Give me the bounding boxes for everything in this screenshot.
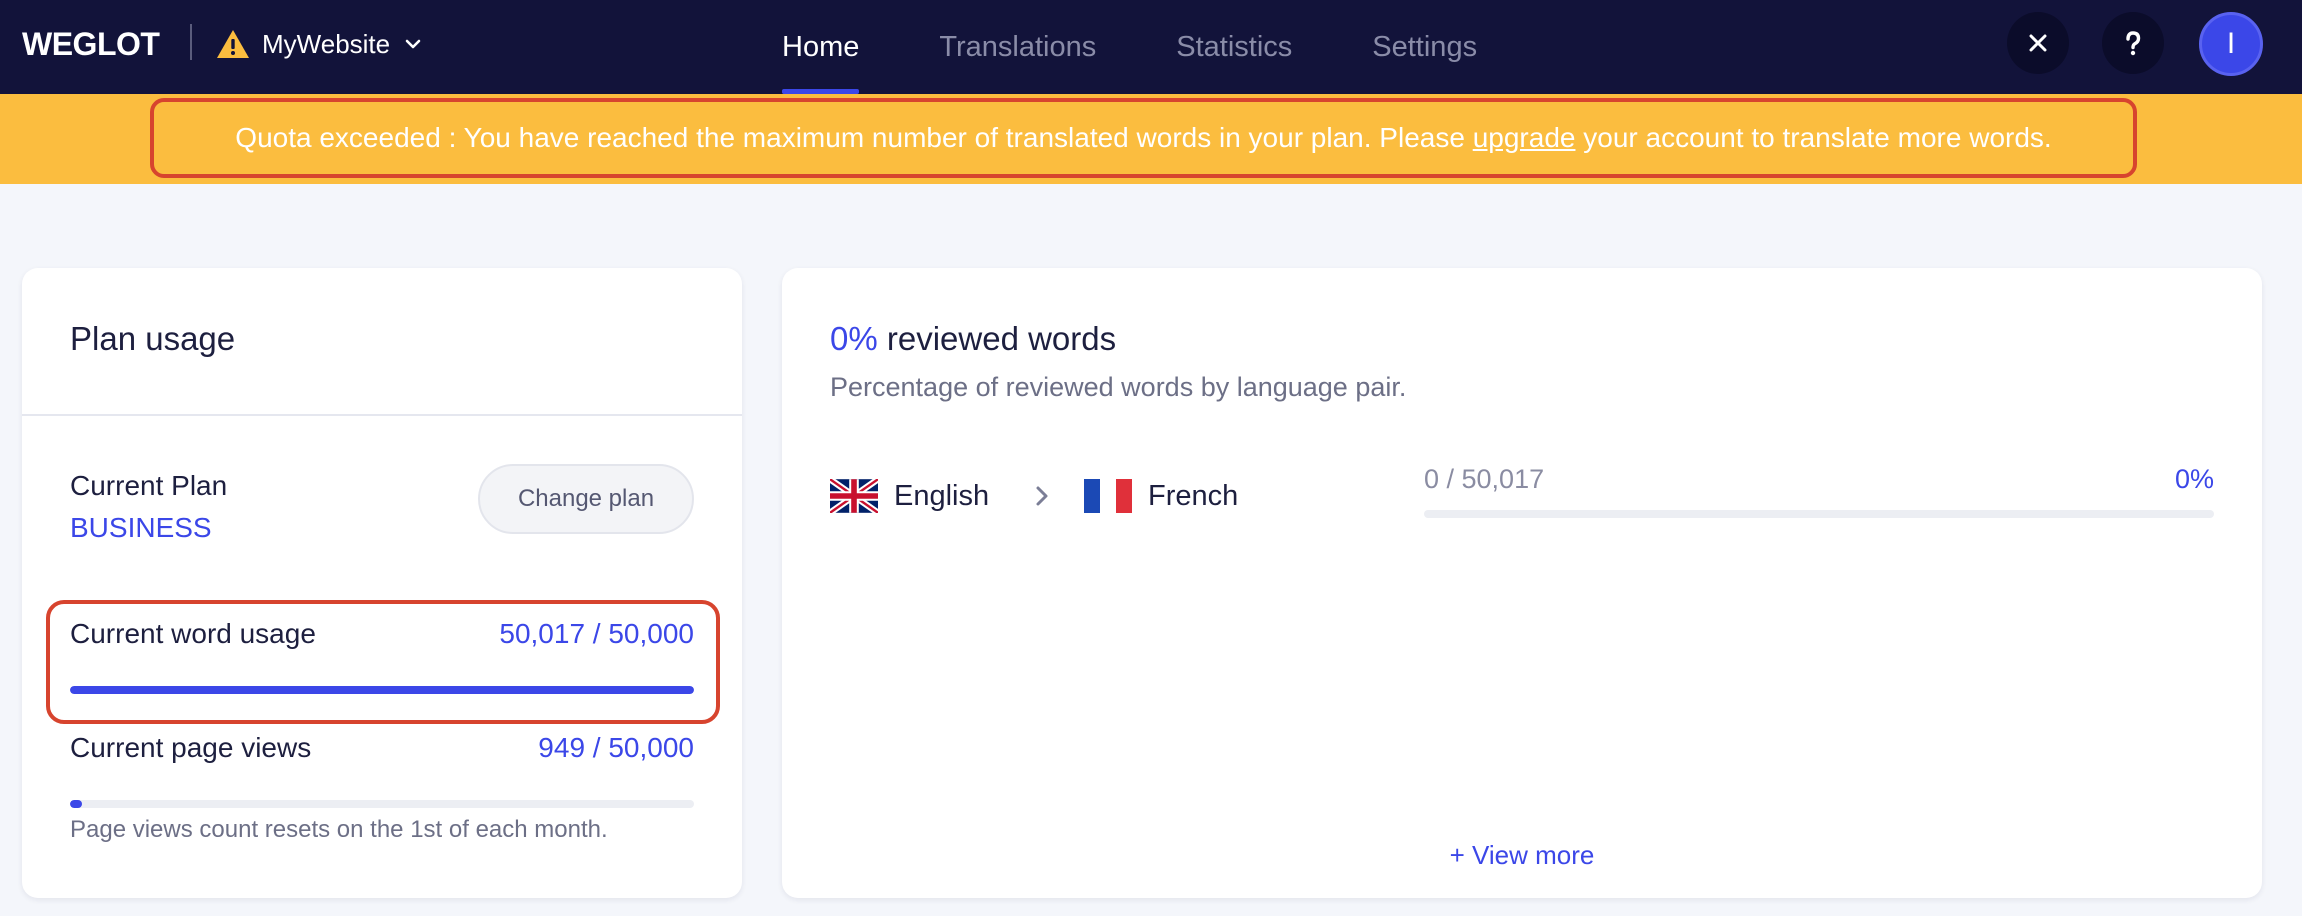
- page-views-bar: [70, 800, 694, 808]
- quota-text-after: your account to translate more words.: [1575, 122, 2052, 153]
- close-button[interactable]: [2007, 12, 2069, 74]
- target-language-name: French: [1148, 479, 1239, 512]
- target-language: French: [1084, 476, 1238, 516]
- reviewed-words-card: 0% reviewed words Percentage of reviewed…: [782, 268, 2262, 898]
- uk-flag-icon: [830, 479, 878, 513]
- current-plan-value: BUSINESS: [70, 512, 212, 543]
- card-divider: [22, 414, 742, 416]
- close-icon: [2029, 34, 2047, 52]
- chevron-right-icon: [1036, 486, 1048, 506]
- current-plan-label: Current Plan: [70, 470, 228, 501]
- tab-settings[interactable]: Settings: [1372, 0, 1477, 94]
- weglot-logo[interactable]: WEGLOT: [22, 26, 160, 63]
- page-views-note: Page views count resets on the 1st of ea…: [70, 816, 608, 843]
- warning-icon: [217, 30, 249, 58]
- website-selector[interactable]: MyWebsite: [216, 24, 424, 64]
- main-tabs: Home Translations Statistics Settings: [782, 0, 1557, 94]
- tab-translations[interactable]: Translations: [939, 0, 1096, 94]
- reviewed-pair-percentage: 0%: [2174, 464, 2214, 494]
- tab-home[interactable]: Home: [782, 0, 860, 94]
- quota-message: Quota exceeded : You have reached the ma…: [150, 98, 2137, 178]
- help-button[interactable]: [2102, 12, 2164, 74]
- plan-usage-card: Plan usage Current Plan BUSINESS Change …: [22, 268, 742, 898]
- page-views-label: Current page views: [70, 732, 312, 763]
- source-language: English: [830, 476, 989, 516]
- website-name: MyWebsite: [262, 28, 391, 59]
- reviewed-words-label: reviewed words: [877, 320, 1117, 357]
- upgrade-link[interactable]: upgrade: [1473, 122, 1576, 154]
- word-usage-bar: [70, 686, 694, 694]
- top-navigation: WEGLOT MyWebsite Home Translations Stati…: [0, 0, 2302, 94]
- word-usage-value: 50,017 / 50,000: [499, 618, 694, 649]
- page-views-value: 949 / 50,000: [538, 732, 694, 763]
- view-more-link[interactable]: + View more: [782, 840, 2262, 871]
- reviewed-progress-bar: [1424, 510, 2214, 518]
- plan-usage-title: Plan usage: [70, 320, 236, 357]
- quota-text-before: Quota exceeded : You have reached the ma…: [235, 122, 1473, 153]
- page-views-bar-fill: [70, 800, 82, 808]
- help-icon: [2126, 31, 2141, 56]
- brand-divider: [190, 24, 192, 60]
- reviewed-count: 0 / 50,017: [1424, 464, 1545, 494]
- word-usage-bar-fill: [70, 686, 694, 694]
- word-usage-label: Current word usage: [70, 618, 316, 649]
- quota-banner: Quota exceeded : You have reached the ma…: [0, 94, 2302, 184]
- france-flag-icon: [1084, 479, 1132, 513]
- user-avatar[interactable]: I: [2199, 12, 2263, 76]
- reviewed-percentage: 0%: [830, 320, 878, 357]
- change-plan-button[interactable]: Change plan: [478, 464, 694, 534]
- chevron-down-icon: [405, 39, 421, 49]
- tab-statistics[interactable]: Statistics: [1176, 0, 1292, 94]
- reviewed-words-title: 0% reviewed words: [830, 320, 1116, 358]
- reviewed-words-subtitle: Percentage of reviewed words by language…: [830, 372, 1407, 402]
- source-language-name: English: [894, 479, 990, 512]
